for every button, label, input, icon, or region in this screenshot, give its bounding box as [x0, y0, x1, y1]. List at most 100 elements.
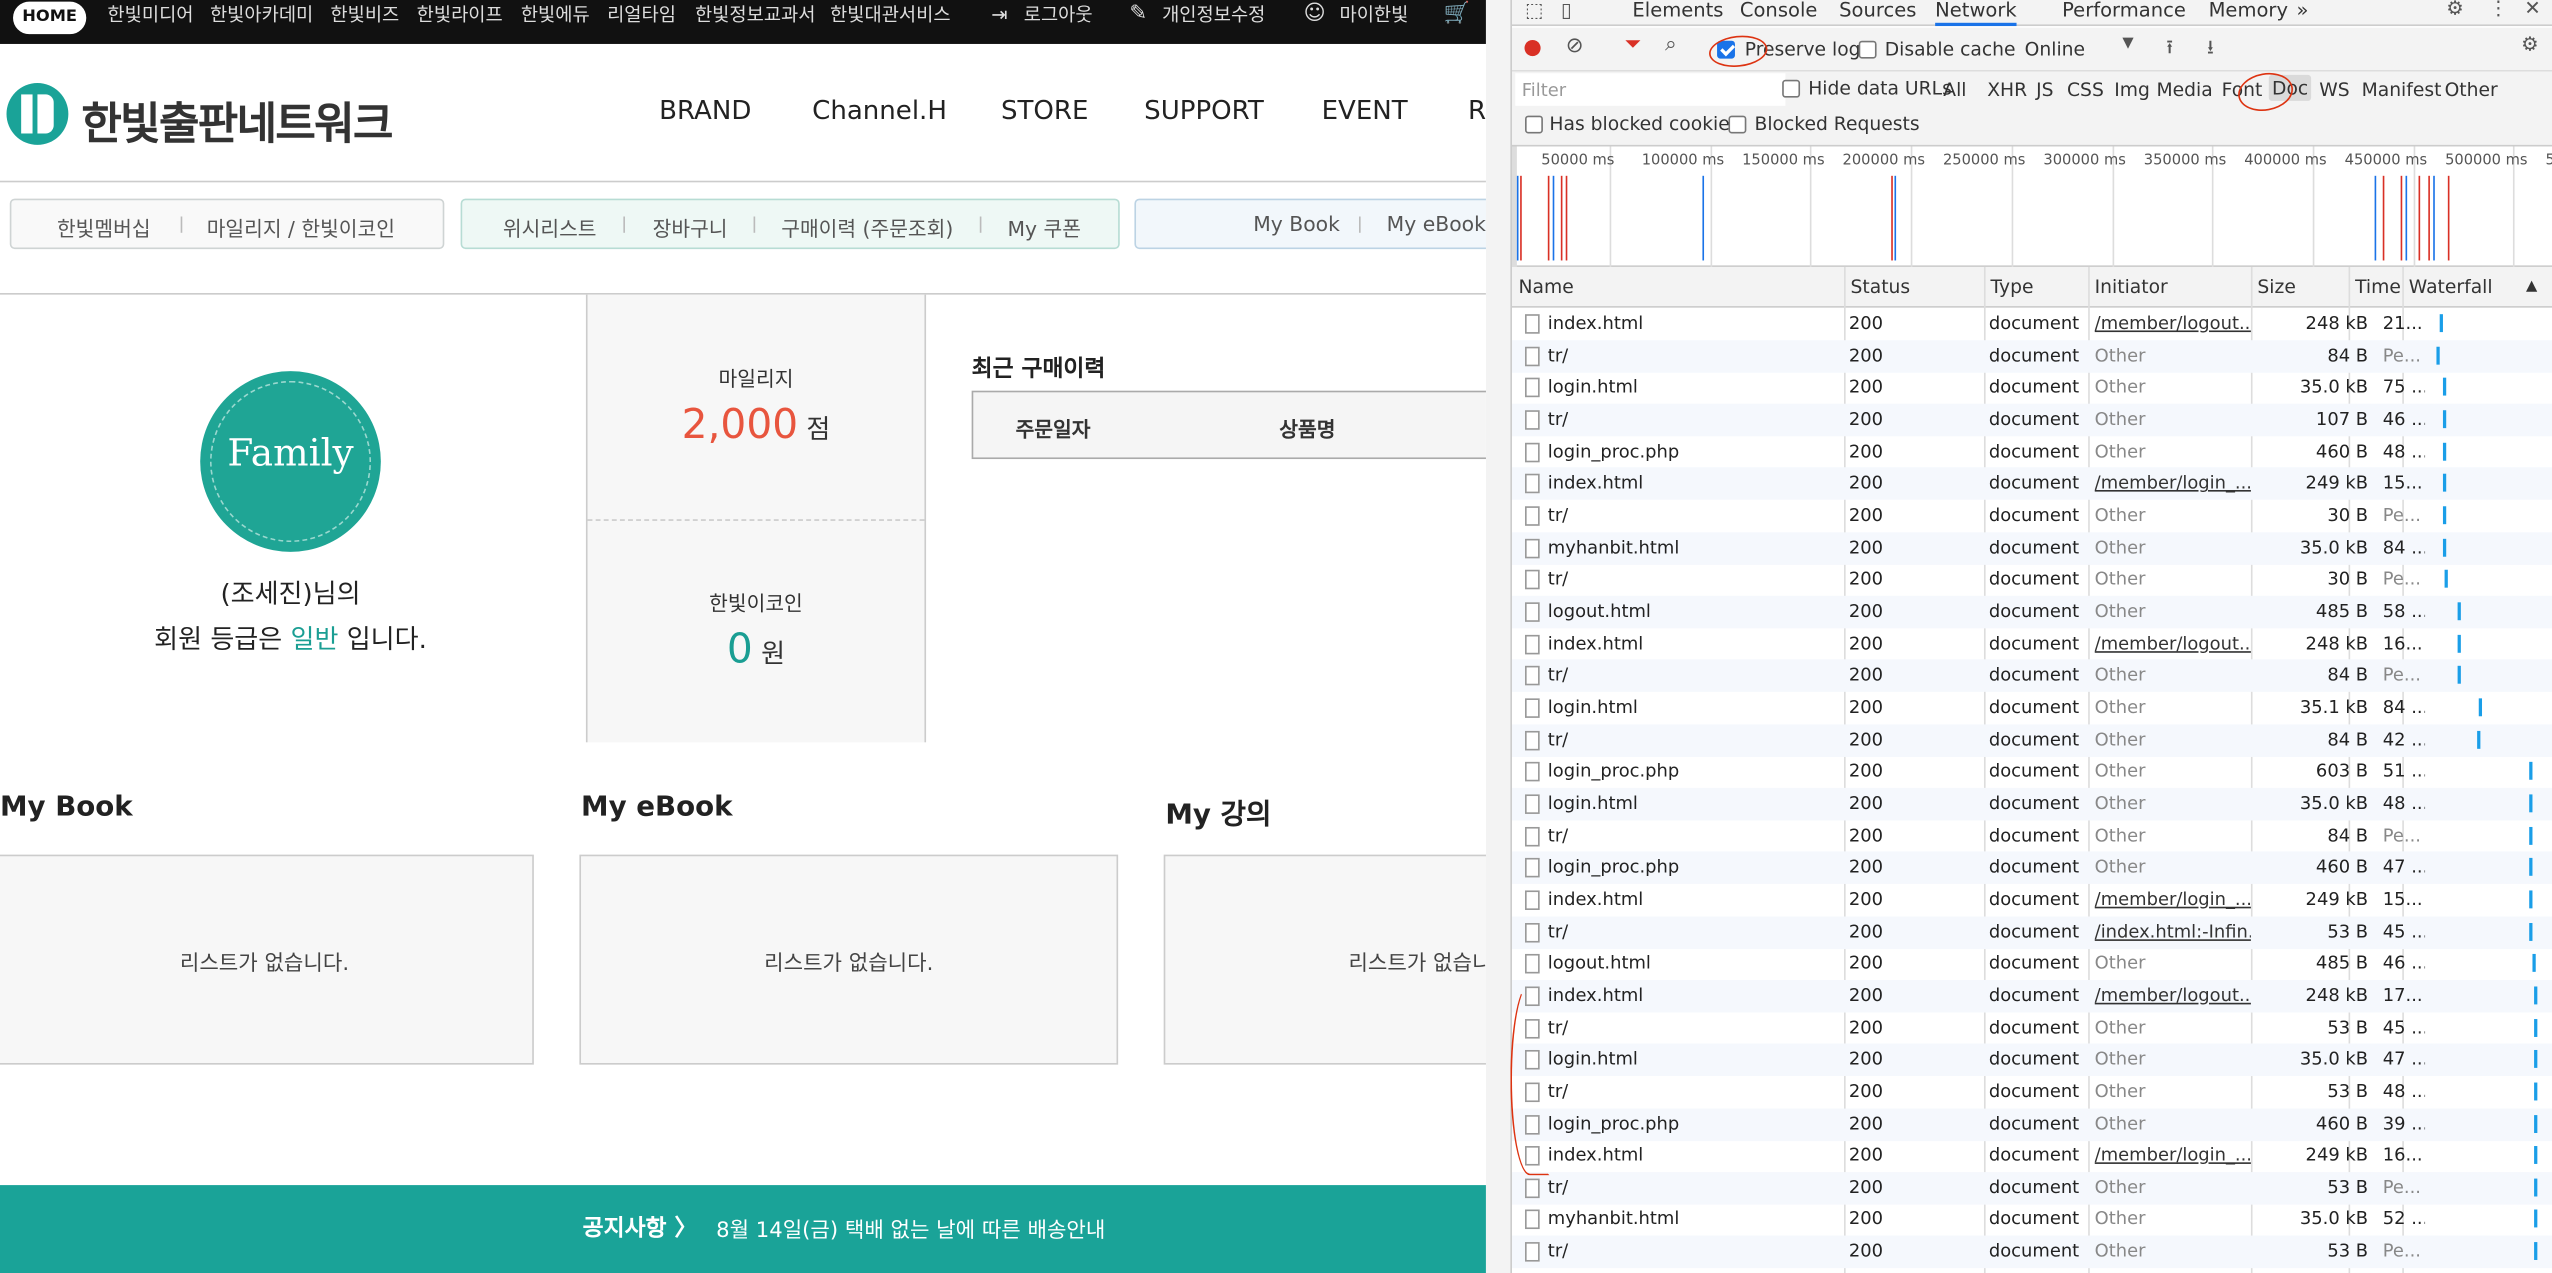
- privacy-link[interactable]: 개인정보수정: [1162, 0, 1265, 29]
- request-name[interactable]: login.html: [1548, 793, 1857, 814]
- request-name[interactable]: tr/: [1548, 921, 1857, 942]
- request-name[interactable]: logout.html: [1548, 953, 1857, 974]
- request-initiator[interactable]: /member/logout....: [2095, 633, 2251, 654]
- gnb-channel[interactable]: Channel.H: [812, 94, 947, 125]
- request-name[interactable]: login_proc.php: [1548, 857, 1857, 878]
- tab-coupon[interactable]: My 쿠폰: [1007, 212, 1080, 243]
- request-initiator[interactable]: /member/logout....: [2095, 985, 2251, 1006]
- request-name[interactable]: tr/: [1548, 569, 1857, 590]
- settings-gear-icon[interactable]: ⚙: [2446, 0, 2464, 20]
- close-devtools-icon[interactable]: ✕: [2524, 0, 2540, 20]
- family-link[interactable]: 한빛아카데미: [210, 0, 313, 29]
- request-name[interactable]: tr/: [1548, 665, 1857, 686]
- table-row[interactable]: login.html 200 document Other 35.1 kB 84 ...: [1512, 692, 2552, 725]
- request-initiator[interactable]: /member/login_...: [2095, 473, 2251, 494]
- request-initiator[interactable]: /index.html:-Infin...: [2095, 921, 2251, 942]
- network-settings-icon[interactable]: ⚙: [2521, 33, 2539, 56]
- tab-cart[interactable]: 장바구니: [653, 212, 728, 243]
- request-name[interactable]: login.html: [1548, 377, 1857, 398]
- table-row[interactable]: tr/200 document Other 30 B Pe...: [1512, 564, 2552, 597]
- col-status[interactable]: Status: [1851, 275, 1911, 298]
- request-name[interactable]: tr/: [1548, 1241, 1857, 1262]
- tab-membership[interactable]: 한빛멤버십: [57, 212, 151, 243]
- gnb-brand[interactable]: BRAND: [659, 94, 751, 125]
- notice-text[interactable]: 8월 14일(금) 택배 없는 날에 따른 배송안내: [716, 1213, 1105, 1243]
- blocked-requests-checkbox[interactable]: [1728, 115, 1747, 134]
- record-icon[interactable]: ●: [1523, 36, 1541, 60]
- table-row[interactable]: tr/200 document Other 53 B Pe...: [1511, 1171, 2552, 1205]
- table-row[interactable]: tr/200 document Other 84 B Pe...: [1512, 820, 2552, 853]
- home-link[interactable]: HOME: [13, 1, 87, 35]
- more-tabs-icon[interactable]: »: [2296, 0, 2308, 21]
- col-size[interactable]: Size: [2257, 275, 2295, 298]
- filter-input[interactable]: Filter: [1515, 73, 1786, 106]
- request-name[interactable]: login_proc.php: [1548, 1113, 1857, 1134]
- request-name[interactable]: logout.html: [1548, 601, 1857, 622]
- table-row[interactable]: login.html 200 document Other 35.0 kB 75 ...: [1512, 372, 2552, 405]
- table-row[interactable]: index.html 200 document/member/logout.... 2…: [1512, 628, 2552, 661]
- table-row[interactable]: tr/200 document Other 30 B Pe...: [1512, 500, 2552, 533]
- request-name[interactable]: login_proc.php: [1548, 441, 1857, 462]
- type-filter-xhr[interactable]: XHR: [1987, 78, 2027, 101]
- inspect-element-icon[interactable]: ⬚: [1525, 0, 1543, 21]
- tab-performance[interactable]: Performance: [2062, 0, 2186, 21]
- family-link[interactable]: 한빛비즈: [330, 0, 399, 29]
- request-name[interactable]: tr/: [1548, 729, 1857, 750]
- table-row[interactable]: index.html 200 document/member/login_... 24…: [1511, 467, 2552, 501]
- table-row[interactable]: index.html 200 document/member/logout.... 2…: [1512, 308, 2552, 341]
- logout-link[interactable]: 로그아웃: [1024, 0, 1093, 29]
- table-row[interactable]: login.html 200 document Other 35.0 kB 47 ...: [1511, 1043, 2552, 1077]
- request-name[interactable]: tr/: [1548, 1177, 1857, 1198]
- table-row[interactable]: tr/200 document Other 107 B 46 ...: [1511, 403, 2552, 437]
- blocked-cookies-checkbox[interactable]: [1525, 115, 1543, 134]
- family-link[interactable]: 리얼타임: [607, 0, 676, 29]
- table-row[interactable]: index.html 200 document/member/logout.... 2…: [1511, 979, 2552, 1013]
- tab-my-book[interactable]: My Book: [1253, 212, 1340, 236]
- request-name[interactable]: tr/: [1548, 825, 1857, 846]
- device-toolbar-icon[interactable]: ▯: [1561, 0, 1572, 21]
- disable-cache-checkbox[interactable]: [1858, 40, 1877, 59]
- request-name[interactable]: index.html: [1548, 313, 1857, 334]
- request-name[interactable]: login_proc.php: [1548, 761, 1857, 782]
- gnb-more[interactable]: R: [1468, 94, 1486, 125]
- kebab-menu-icon[interactable]: ⋮: [2489, 0, 2509, 20]
- tab-sources[interactable]: Sources: [1839, 0, 1916, 21]
- request-initiator[interactable]: /member/login_...: [2095, 889, 2251, 910]
- table-row[interactable]: tr/200 document Other 84 B Pe...: [1511, 659, 2552, 693]
- request-name[interactable]: login.html: [1548, 697, 1857, 718]
- table-row[interactable]: myhanbit.html 200 document Other 35.0 kB 84 .…: [1511, 531, 2552, 565]
- tab-mileage[interactable]: 마일리지 / 한빛이코인: [207, 212, 395, 243]
- table-row[interactable]: logout.html 200 document Other 485 B 58 ...: [1511, 595, 2552, 629]
- table-row[interactable]: index.html 200 document/member/login_... 24…: [1512, 884, 2552, 917]
- mileage-amount[interactable]: 2,000 점: [588, 400, 925, 447]
- tab-my-ebook[interactable]: My eBook: [1387, 212, 1486, 236]
- table-row[interactable]: login_proc.php 200 document Other 460 B 47 ..…: [1511, 851, 2552, 885]
- family-link[interactable]: 한빛대관서비스: [830, 0, 951, 29]
- filter-icon[interactable]: ⏷: [1624, 33, 1641, 57]
- tab-wishlist[interactable]: 위시리스트: [503, 212, 597, 243]
- import-har-icon[interactable]: ⭱: [2166, 33, 2173, 67]
- cart-icon[interactable]: 🛒: [1444, 0, 1470, 29]
- table-row[interactable]: tr/200 document Other 84 B 42 ...: [1511, 723, 2552, 757]
- type-filter-ws[interactable]: WS: [2319, 78, 2349, 101]
- tab-orders[interactable]: 구매이력 (주문조회): [781, 212, 953, 243]
- request-name[interactable]: tr/: [1548, 505, 1857, 526]
- table-row[interactable]: login_proc.php 200 document Other 603 B 51 ..…: [1512, 756, 2552, 789]
- tab-memory[interactable]: Memory: [2209, 0, 2288, 21]
- family-link[interactable]: 한빛라이프: [417, 0, 503, 29]
- request-name[interactable]: index.html: [1548, 985, 1857, 1006]
- request-name[interactable]: index.html: [1548, 889, 1857, 910]
- request-name[interactable]: tr/: [1548, 409, 1857, 430]
- request-initiator[interactable]: /member/logout....: [2095, 313, 2251, 334]
- throttle-select[interactable]: Online: [2025, 37, 2085, 60]
- network-overview-timeline[interactable]: 50000 ms 100000 ms 150000 ms 200000 ms 25000…: [1511, 146, 2552, 267]
- table-row[interactable]: tr/200 document Other 53 B 48 ...: [1512, 1076, 2552, 1109]
- family-link[interactable]: 한빛에듀: [521, 0, 590, 29]
- clear-icon[interactable]: ⊘: [1566, 34, 1584, 58]
- gnb-store[interactable]: STORE: [1001, 94, 1088, 125]
- col-time[interactable]: Time: [2355, 275, 2401, 298]
- myhanbit-link[interactable]: 마이한빛: [1339, 0, 1408, 29]
- col-name[interactable]: Name: [1519, 275, 1574, 298]
- col-type[interactable]: Type: [1990, 275, 2033, 298]
- family-link[interactable]: 한빛미디어: [107, 0, 193, 29]
